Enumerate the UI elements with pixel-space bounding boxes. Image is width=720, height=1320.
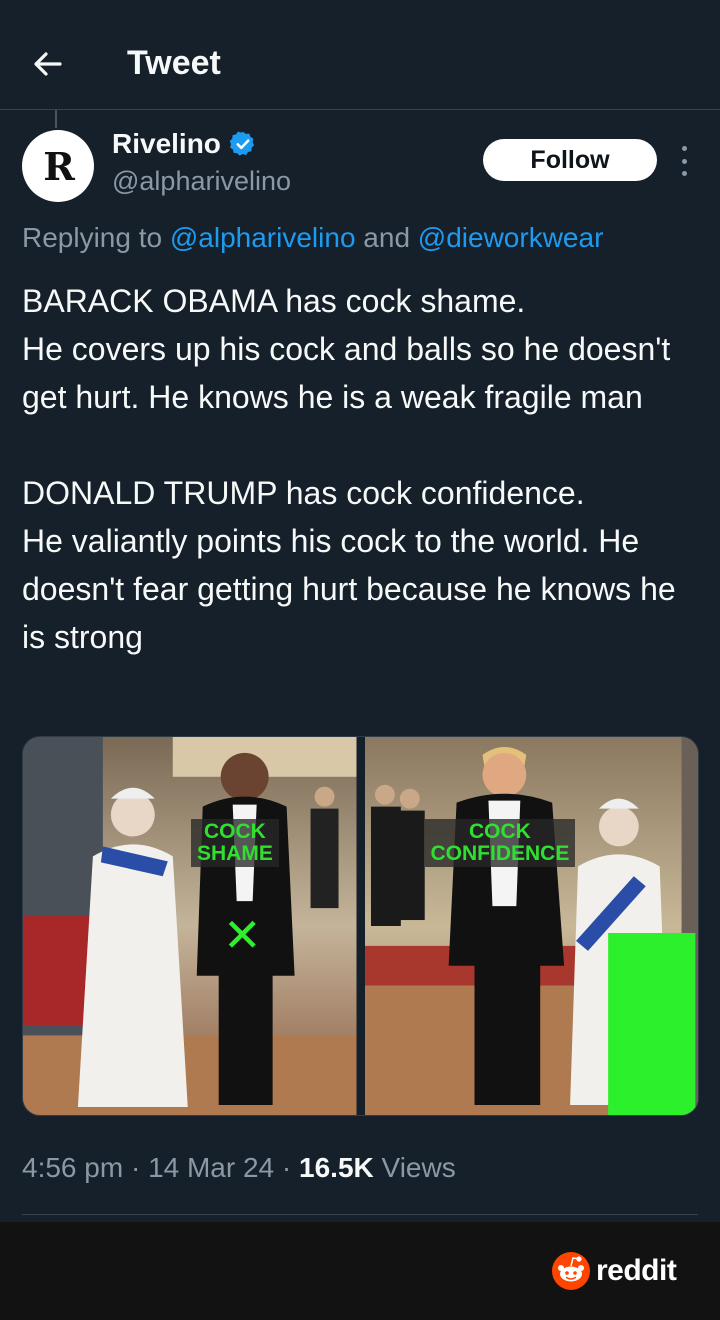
down-arrow-icon — [607, 933, 695, 1115]
tweet-line: BARACK OBAMA has cock shame. — [22, 283, 526, 319]
tweet-text: BARACK OBAMA has cock shame. He covers u… — [22, 277, 702, 661]
label-line: CONFIDENCE — [430, 842, 570, 865]
top-bar: Tweet — [0, 0, 720, 110]
tweet-date: 14 Mar 24 — [148, 1152, 275, 1183]
author-name: Rivelino — [112, 128, 221, 159]
reddit-wordmark: reddit — [596, 1254, 677, 1287]
tweet-time: 4:56 pm — [22, 1152, 124, 1183]
mention-link[interactable]: @alpharivelino — [170, 222, 356, 253]
meta-separator: · — [123, 1152, 149, 1183]
replying-to-prefix: Replying to — [22, 222, 170, 253]
tweet-line: He valiantly points his cock to the worl… — [22, 523, 676, 655]
author-handle[interactable]: @alpharivelino — [112, 166, 291, 197]
mention-link[interactable]: @dieworkwear — [418, 222, 604, 253]
photo-obama-queen — [23, 737, 357, 1115]
footer-watermark: reddit — [0, 1222, 720, 1320]
author-name-row[interactable]: Rivelino — [112, 128, 257, 160]
label-line: COCK — [469, 820, 531, 843]
label-line: SHAME — [197, 842, 273, 865]
media-image-left[interactable]: COCK SHAME ✕ — [23, 737, 357, 1115]
overlay-label-shame: COCK SHAME — [191, 819, 279, 867]
meta-separator: · — [274, 1152, 300, 1183]
page-title: Tweet — [127, 44, 221, 82]
views-label: Views — [373, 1152, 456, 1183]
x-mark-icon: ✕ — [223, 909, 262, 961]
label-line: COCK — [204, 820, 266, 843]
avatar[interactable]: R — [22, 130, 94, 202]
arrow-left-icon — [34, 52, 62, 76]
reddit-logo: reddit — [552, 1252, 677, 1290]
tweet-media[interactable]: COCK SHAME ✕ COCK CONFIDENCE — [22, 736, 699, 1116]
tweet-metadata: 4:56 pm · 14 Mar 24 · 16.5K Views — [22, 1152, 456, 1184]
replying-to-joiner: and — [355, 222, 418, 253]
media-image-right[interactable]: COCK CONFIDENCE — [364, 737, 698, 1115]
more-vertical-icon[interactable] — [676, 146, 692, 176]
overlay-label-confidence: COCK CONFIDENCE — [424, 819, 576, 867]
back-button[interactable] — [28, 44, 68, 84]
reddit-icon — [552, 1252, 590, 1290]
verified-badge-icon — [229, 131, 255, 156]
tweet-line: He covers up his cock and balls so he do… — [22, 331, 671, 415]
views-count[interactable]: 16.5K — [299, 1152, 374, 1183]
replying-to: Replying to @alpharivelino and @dieworkw… — [22, 222, 603, 254]
divider — [22, 1214, 698, 1215]
tweet-line: DONALD TRUMP has cock confidence. — [22, 475, 585, 511]
avatar-letter: R — [43, 143, 75, 189]
thread-connector — [55, 110, 57, 128]
follow-button[interactable]: Follow — [483, 139, 657, 181]
